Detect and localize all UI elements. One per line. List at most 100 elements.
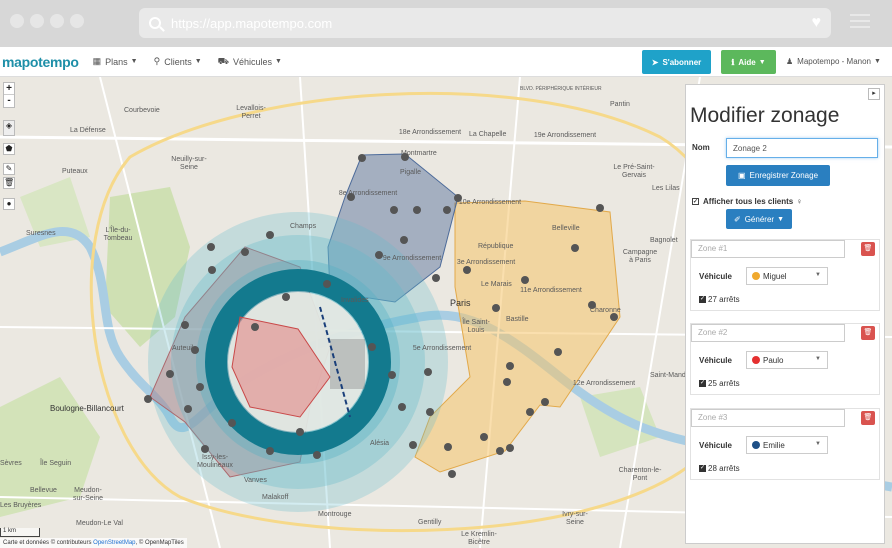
chevron-down-icon: ▼ — [815, 356, 821, 362]
nav-clients-label: Clients — [164, 56, 192, 67]
lightbulb-icon: ♀ — [796, 197, 803, 206]
zone-name-input[interactable]: Zone #3 — [691, 409, 845, 427]
vehicle-select[interactable]: Paulo ▼ — [746, 351, 828, 369]
stops-label: 25 arrêts — [708, 379, 740, 388]
map-label-les-bruyeres: Les Bruyères — [0, 502, 42, 509]
map-label-belleville: Belleville — [552, 225, 580, 232]
map-label-bellevue: Bellevue — [30, 487, 57, 494]
map-label-paris: Paris — [450, 298, 471, 308]
vehicle-label: Véhicule — [699, 356, 732, 365]
collapse-panel-button[interactable]: ▸ — [868, 88, 880, 100]
map-label-la-chapelle: La Chapelle — [469, 131, 507, 138]
polygon-draw-icon[interactable]: ⬟ — [3, 143, 15, 155]
zone-card: Zone #2 🗑 Véhicule Paulo ▼ ✓ 25 arrêts — [690, 323, 880, 395]
vehicle-label: Véhicule — [699, 441, 732, 450]
subscribe-button[interactable]: ➤ S'abonner — [642, 50, 711, 74]
delete-zone-button[interactable]: 🗑 — [861, 242, 875, 256]
zoning-name-input[interactable] — [726, 138, 878, 158]
zoom-in-button[interactable]: + — [4, 83, 14, 95]
zone-name-input[interactable]: Zone #2 — [691, 324, 845, 342]
delete-zone-button[interactable]: 🗑 — [861, 411, 875, 425]
checkbox-checked-icon[interactable]: ✓ — [699, 296, 706, 303]
address-bar[interactable]: https://app.mapotempo.com ♥ — [139, 8, 831, 38]
map-attribution: Carte et données © contributeurs OpenStr… — [0, 538, 187, 548]
vehicle-select[interactable]: Emilie ▼ — [746, 436, 828, 454]
save-zoning-button[interactable]: ▣ Enregistrer Zonage — [726, 165, 830, 186]
map-label-neuilly: Neuilly-sur-Seine — [171, 156, 207, 171]
map-label-vanves: Vanves — [244, 477, 267, 484]
hamburger-menu-icon[interactable] — [850, 14, 870, 32]
zone-card: Zone #1 🗑 Véhicule Miguel ▼ ✓ 27 arrêts — [690, 239, 880, 311]
map-label-ile-saint-louis: Île Saint-Louis — [462, 319, 490, 334]
caret-down-icon: ▼ — [874, 58, 881, 65]
help-label: Aide — [738, 57, 756, 67]
map-label-ivry: Ivry-sur-Seine — [562, 511, 588, 526]
osm-link[interactable]: OpenStreetMap — [93, 540, 135, 546]
stops-count[interactable]: ✓ 28 arrêts — [699, 464, 740, 473]
map-label-suresnes: Suresnes — [26, 230, 56, 237]
edit-icon[interactable]: ✎ — [3, 163, 15, 175]
map-label-gentilly: Gentilly — [418, 519, 442, 526]
show-all-clients-toggle[interactable]: ✓ Afficher tous les clients ♀ — [692, 197, 802, 206]
nav-vehicles-label: Véhicules — [232, 56, 273, 67]
trash-icon[interactable]: 🗑 — [3, 177, 15, 189]
stops-label: 28 arrêts — [708, 464, 740, 473]
map-label-pre-saint-gervais: Le Pré-Saint-Gervais — [613, 164, 655, 179]
calendar-icon: ▦ — [92, 56, 102, 66]
map-label-arr-12: 12e Arrondissement — [572, 380, 636, 387]
vehicle-name: Emilie — [763, 440, 785, 450]
user-label: Mapotempo - Manon — [797, 57, 871, 66]
caret-down-icon: ▼ — [194, 58, 202, 65]
vehicle-color-dot — [752, 441, 760, 449]
name-label: Nom — [692, 143, 710, 152]
delete-zone-button[interactable]: 🗑 — [861, 326, 875, 340]
zoom-out-button[interactable]: - — [4, 95, 14, 107]
minimize-window-button[interactable] — [30, 14, 44, 28]
nav-plans[interactable]: ▦ Plans ▼ — [93, 56, 138, 67]
nav-clients[interactable]: ⚲ Clients ▼ — [154, 56, 202, 67]
checkbox-checked-icon[interactable]: ✓ — [692, 198, 699, 205]
map-label-ile-du-tombeau: L'Île-du-Tombeau — [103, 227, 133, 242]
generate-label: Générer — [744, 214, 775, 224]
map-label-saint-mande: Saint-Mandé — [650, 372, 690, 379]
user-menu[interactable]: ♟ Mapotempo - Manon ▼ — [786, 57, 881, 66]
zone-name-input[interactable]: Zone #1 — [691, 240, 845, 258]
map-label-montrouge: Montrouge — [318, 511, 352, 518]
stops-count[interactable]: ✓ 27 arrêts — [699, 295, 740, 304]
map-label-puteaux: Puteaux — [62, 168, 88, 175]
map-label-bagnolet: Bagnolet — [650, 237, 678, 244]
help-button[interactable]: ℹ Aide ▼ — [721, 50, 776, 74]
nav-vehicles[interactable]: ⛟ Véhicules ▼ — [218, 56, 282, 68]
vehicle-label: Véhicule — [699, 272, 732, 281]
browser-chrome: https://app.mapotempo.com ♥ — [0, 0, 892, 47]
brand-logo[interactable]: mapotempo — [0, 54, 79, 70]
vehicle-name: Paulo — [763, 355, 784, 365]
stops-label: 27 arrêts — [708, 295, 740, 304]
map-label-boulogne: Boulogne-Billancourt — [50, 404, 124, 413]
map-label-arr-10: 10e Arrondissement — [458, 199, 522, 206]
checkbox-checked-icon[interactable]: ✓ — [699, 380, 706, 387]
map-label-peripherique: BLVD. PÉRIPHÉRIQUE INTÉRIEUR — [520, 86, 602, 92]
map-marker-icon: ⚲ — [153, 56, 161, 66]
checkbox-checked-icon[interactable]: ✓ — [699, 465, 706, 472]
window-extra-button[interactable] — [70, 14, 84, 28]
map-label-montmartre: Montmartre — [401, 150, 437, 157]
scale-label: 1 km — [3, 528, 17, 534]
map-label-pantin: Pantin — [610, 101, 630, 108]
save-zoning-label: Enregistrer Zonage — [749, 171, 819, 180]
generate-button[interactable]: ✐ Générer ▼ — [726, 209, 792, 229]
close-window-button[interactable] — [10, 14, 24, 28]
circle-draw-icon[interactable]: ● — [3, 198, 15, 210]
map-label-republique: République — [478, 243, 514, 250]
map-label-charonne: Charonne — [590, 307, 621, 314]
map-label-arr-8: 8e Arrondissement — [338, 190, 398, 197]
scale-bar: 1 km — [0, 528, 40, 537]
map-label-courbevoie: Courbevoie — [124, 107, 160, 114]
magic-wand-icon: ✐ — [734, 214, 741, 224]
stops-count[interactable]: ✓ 25 arrêts — [699, 379, 740, 388]
heart-icon[interactable]: ♥ — [812, 15, 822, 31]
layers-icon[interactable]: ◈ — [3, 120, 15, 136]
maximize-window-button[interactable] — [50, 14, 64, 28]
vehicle-select[interactable]: Miguel ▼ — [746, 267, 828, 285]
vehicle-color-dot — [752, 356, 760, 364]
